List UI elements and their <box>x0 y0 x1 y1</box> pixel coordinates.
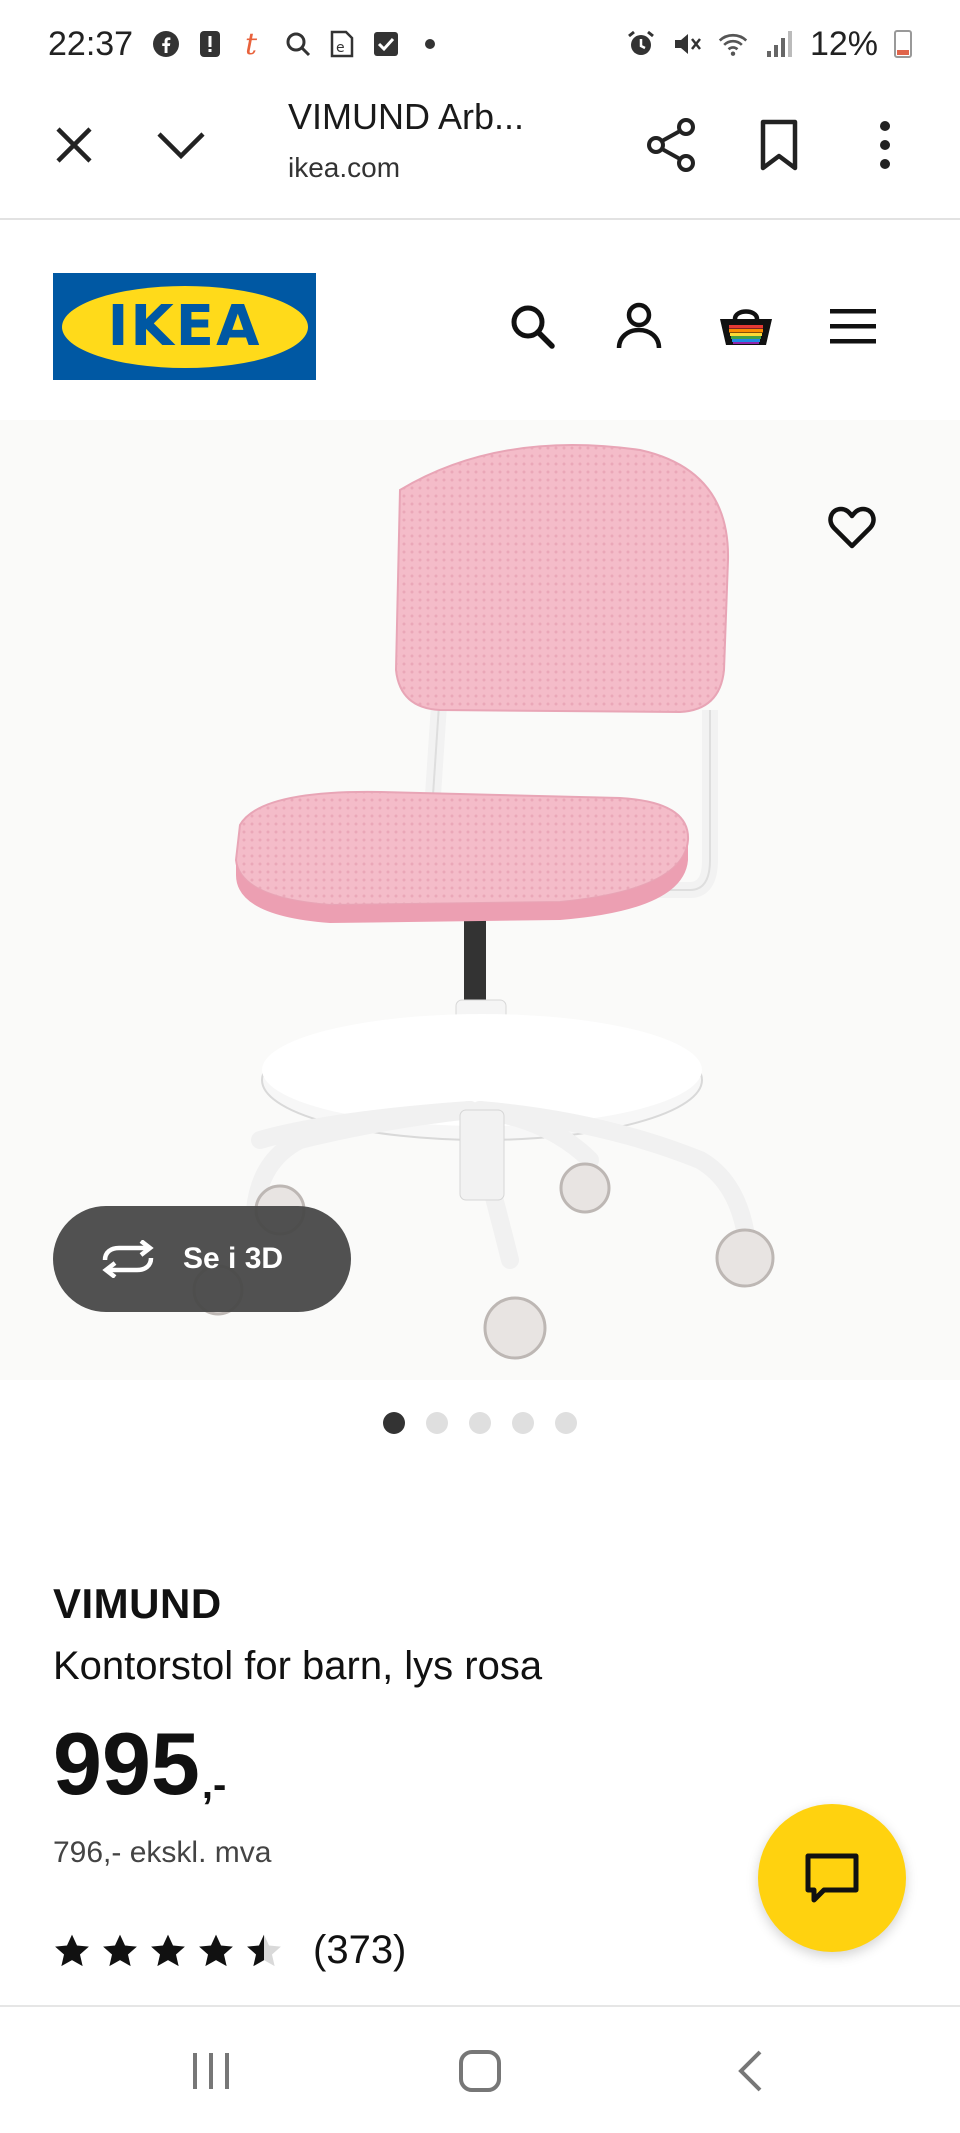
logo-text: IKEA <box>107 294 262 359</box>
header-menu-button[interactable] <box>823 296 883 356</box>
more-vert-icon <box>880 121 890 169</box>
page-title-block[interactable]: VIMUND Arb... ikea.com <box>288 96 524 184</box>
notification-icons: t e <box>151 28 445 60</box>
logo-oval: IKEA <box>61 285 308 368</box>
battery-icon <box>894 30 912 58</box>
favorite-button[interactable] <box>822 498 882 558</box>
header-search-button[interactable] <box>502 296 562 356</box>
view-3d-button[interactable]: Se i 3D <box>53 1206 351 1312</box>
star-half-icon <box>247 1934 281 1966</box>
back-button[interactable] <box>722 2043 778 2099</box>
alert-icon <box>195 29 225 59</box>
product-price: 995 ,- <box>53 1720 226 1808</box>
bookmark-icon <box>760 119 798 171</box>
alarm-icon <box>626 29 656 59</box>
view-3d-label: Se i 3D <box>183 1242 284 1275</box>
gallery-pagination <box>383 1412 577 1434</box>
header-basket-button[interactable] <box>716 296 776 356</box>
mute-icon <box>672 29 702 59</box>
basket-icon <box>720 309 772 345</box>
star-full-icon <box>103 1934 137 1966</box>
search-icon <box>511 305 555 349</box>
back-icon <box>738 2050 762 2092</box>
home-button[interactable] <box>452 2043 508 2099</box>
page-url: ikea.com <box>288 152 401 183</box>
share-button[interactable] <box>636 110 706 180</box>
chevron-down-icon <box>157 132 205 160</box>
search-icon <box>283 29 313 59</box>
gallery-dot[interactable] <box>555 1412 577 1434</box>
ikea-logo[interactable]: IKEA <box>53 273 316 380</box>
e-doc-icon: e <box>327 29 357 59</box>
heart-icon <box>828 506 876 549</box>
chat-button[interactable] <box>758 1804 906 1952</box>
system-icons: 12% <box>626 25 912 64</box>
close-tab-button[interactable] <box>39 110 109 180</box>
star-full-icon <box>55 1934 89 1966</box>
gallery-dot[interactable] <box>512 1412 534 1434</box>
close-icon <box>56 127 92 163</box>
price-value: 995 <box>53 1714 200 1813</box>
price-suffix: ,- <box>201 1763 227 1807</box>
svg-text:t: t <box>245 28 258 60</box>
price-ex-vat: 796,- ekskl. mva <box>53 1836 272 1869</box>
star-full-icon <box>199 1934 233 1966</box>
star-full-icon <box>151 1934 185 1966</box>
rotate-3d-icon <box>102 1240 154 1278</box>
review-count: (373) <box>313 1928 407 1972</box>
bookmark-button[interactable] <box>744 110 814 180</box>
signal-icon <box>764 29 794 59</box>
system-nav-bar <box>0 2005 960 2133</box>
battery-percent: 12% <box>809 24 878 63</box>
recent-apps-icon <box>193 2053 229 2089</box>
gallery-dot[interactable] <box>426 1412 448 1434</box>
gallery-dot[interactable] <box>469 1412 491 1434</box>
product-name: VIMUND <box>53 1580 222 1627</box>
dot-icon <box>415 29 445 59</box>
header-account-button[interactable] <box>609 296 669 356</box>
rating-stars <box>53 1933 283 1969</box>
chat-icon <box>805 1853 859 1903</box>
facebook-icon <box>151 29 181 59</box>
status-time: 22:37 <box>48 24 134 63</box>
page-title: VIMUND Arb... <box>288 96 525 137</box>
gallery-dot[interactable] <box>383 1412 405 1434</box>
recent-apps-button[interactable] <box>183 2043 239 2099</box>
user-icon <box>616 302 662 349</box>
t-app-icon: t <box>239 28 269 60</box>
share-icon <box>647 118 695 172</box>
product-rating[interactable]: (373) <box>53 1928 406 1973</box>
product-description: Kontorstol for barn, lys rosa <box>53 1644 543 1688</box>
svg-text:e: e <box>336 40 345 56</box>
checkbox-icon <box>371 29 401 59</box>
menu-icon <box>830 309 876 344</box>
status-bar: 22:37 t e 12% <box>0 0 960 88</box>
more-options-button[interactable] <box>850 110 920 180</box>
home-icon <box>459 2050 501 2092</box>
wifi-icon <box>718 29 748 59</box>
minimize-tab-button[interactable] <box>146 110 216 180</box>
